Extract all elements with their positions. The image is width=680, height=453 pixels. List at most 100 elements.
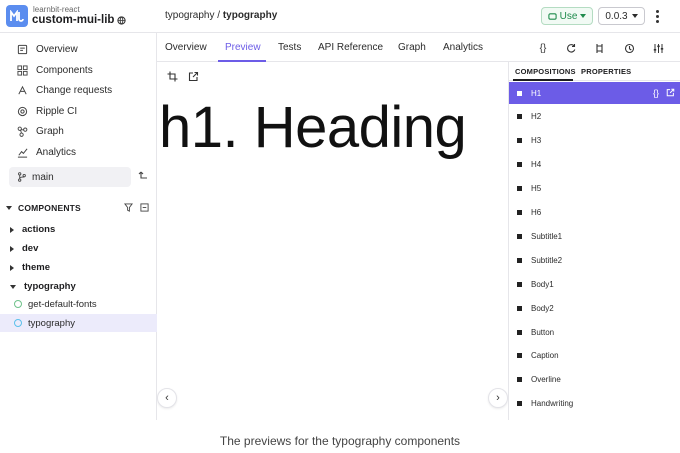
tab-analytics[interactable]: Analytics: [443, 42, 483, 53]
tree-leaf-typography[interactable]: typography: [0, 314, 157, 332]
composition-label: Subtitle1: [531, 231, 563, 241]
graph-icon: [17, 126, 28, 137]
org-name[interactable]: learnbit-react: [33, 5, 80, 14]
tab-graph[interactable]: Graph: [398, 42, 426, 53]
breadcrumb-parent[interactable]: typography /: [165, 10, 220, 21]
composition-label: H1: [531, 88, 542, 98]
preview-pane: h1. Heading ‹ ›: [157, 62, 508, 420]
composition-bullet-icon: [517, 257, 522, 263]
return-icon[interactable]: [138, 171, 148, 181]
code-icon[interactable]: {}: [536, 41, 550, 55]
chevron-left-icon[interactable]: ‹: [157, 388, 177, 408]
open-external-icon[interactable]: [188, 71, 199, 82]
composition-item[interactable]: H5: [509, 178, 680, 200]
open-external-icon[interactable]: [666, 88, 675, 99]
section-tools: [124, 203, 149, 212]
tree-node-typography[interactable]: typography: [10, 281, 76, 292]
composition-label: Subtitle2: [531, 255, 563, 265]
tab-tests[interactable]: Tests: [278, 42, 301, 53]
settings-sliders-icon[interactable]: [651, 41, 665, 55]
tree-leaf-get-default-fonts[interactable]: get-default-fonts: [0, 295, 157, 313]
more-options-icon[interactable]: [652, 7, 662, 25]
tree-node-actions[interactable]: actions: [10, 224, 55, 235]
components-section-header[interactable]: COMPONENTS: [6, 203, 81, 213]
history-icon[interactable]: [622, 41, 636, 55]
bit-logo-icon[interactable]: [6, 5, 28, 27]
composition-bullet-icon: [517, 210, 522, 215]
composition-item[interactable]: H2: [509, 106, 680, 128]
composition-item[interactable]: Subtitle1: [509, 225, 680, 247]
composition-item[interactable]: Subtitle2: [509, 249, 680, 271]
composition-item[interactable]: Handwriting: [509, 393, 680, 415]
composition-label: H4: [531, 160, 542, 170]
composition-label: H2: [531, 112, 542, 122]
tab-overview[interactable]: Overview: [165, 42, 207, 53]
tab-preview[interactable]: Preview: [225, 42, 261, 53]
composition-label: H5: [531, 184, 542, 194]
tree-node-theme[interactable]: theme: [10, 262, 50, 273]
composition-item[interactable]: Body1: [509, 273, 680, 295]
sidebar-item-ripple-ci[interactable]: Ripple CI: [17, 103, 77, 119]
refresh-icon[interactable]: [564, 41, 578, 55]
collapse-all-icon[interactable]: [140, 203, 149, 212]
compare-icon[interactable]: [592, 41, 606, 55]
sidebar: Overview Components Change requests Ripp…: [0, 33, 157, 420]
composition-item[interactable]: H1 {}: [509, 82, 680, 104]
figure-caption: The previews for the typography componen…: [219, 434, 461, 448]
tree-node-label: actions: [22, 224, 56, 235]
composition-item[interactable]: Caption: [509, 345, 680, 367]
composition-label: Overline: [531, 375, 561, 385]
overview-icon: [17, 44, 28, 54]
code-icon[interactable]: {}: [653, 88, 659, 99]
use-button[interactable]: Use: [541, 7, 593, 25]
composition-label: Caption: [531, 351, 559, 361]
tree-node-dev[interactable]: dev: [10, 243, 38, 254]
chevron-right-icon: [10, 245, 14, 252]
version-select[interactable]: 0.0.3: [598, 7, 645, 25]
composition-bullet-icon: [517, 281, 522, 287]
sidebar-item-change-requests[interactable]: Change requests: [17, 82, 112, 98]
sidebar-item-analytics[interactable]: Analytics: [17, 144, 76, 160]
chevron-right-icon[interactable]: ›: [488, 388, 508, 408]
composition-item[interactable]: H4: [509, 154, 680, 176]
chevron-down-icon: [631, 14, 638, 18]
filter-icon[interactable]: [124, 203, 133, 212]
composition-item[interactable]: H3: [509, 130, 680, 152]
crop-icon[interactable]: [167, 71, 178, 82]
composition-item[interactable]: H6: [509, 202, 680, 224]
tree-node-label: theme: [22, 262, 50, 273]
sidebar-item-graph[interactable]: Graph: [17, 123, 64, 139]
chevron-down-icon: [6, 206, 12, 210]
tab-compositions[interactable]: COMPOSITIONS: [515, 67, 576, 76]
tab-properties[interactable]: PROPERTIES: [581, 67, 631, 76]
sidebar-item-overview[interactable]: Overview: [17, 41, 78, 57]
sidebar-item-components[interactable]: Components: [17, 62, 93, 78]
composition-label: Body2: [531, 303, 554, 313]
tree-node-label: typography: [24, 281, 76, 292]
breadcrumb-current: typography: [222, 10, 278, 21]
sidebar-item-label: Analytics: [36, 146, 77, 158]
composition-bullet-icon: [517, 233, 522, 239]
ripple-ci-icon: [17, 106, 28, 116]
sidebar-item-label: Change requests: [36, 84, 113, 96]
section-title: COMPONENTS: [18, 203, 81, 213]
branch-selector[interactable]: main: [9, 167, 131, 187]
composition-bullet-icon: [517, 186, 522, 192]
top-header: learnbit-react custom-mui-lib typography…: [0, 0, 680, 33]
panel-tabs: COMPOSITIONS PROPERTIES: [509, 62, 680, 81]
composition-bullet-icon: [517, 138, 522, 144]
react-component-icon: [14, 319, 22, 327]
composition-item[interactable]: Button: [509, 321, 680, 343]
change-requests-icon: [18, 85, 27, 94]
tab-bar: Overview Preview Tests API Reference Gra…: [157, 33, 680, 62]
app-window: learnbit-react custom-mui-lib typography…: [0, 0, 680, 420]
tab-api-reference[interactable]: API Reference: [318, 42, 383, 53]
composition-actions: {}: [653, 88, 675, 99]
composition-item[interactable]: Body2: [509, 297, 680, 319]
composition-item[interactable]: Overline: [509, 369, 680, 391]
scope-name[interactable]: custom-mui-lib: [32, 14, 127, 26]
sidebar-item-label: Graph: [36, 125, 64, 137]
composition-bullet-icon: [517, 305, 522, 311]
composition-label: H3: [531, 136, 542, 146]
branch-icon: [18, 172, 26, 182]
